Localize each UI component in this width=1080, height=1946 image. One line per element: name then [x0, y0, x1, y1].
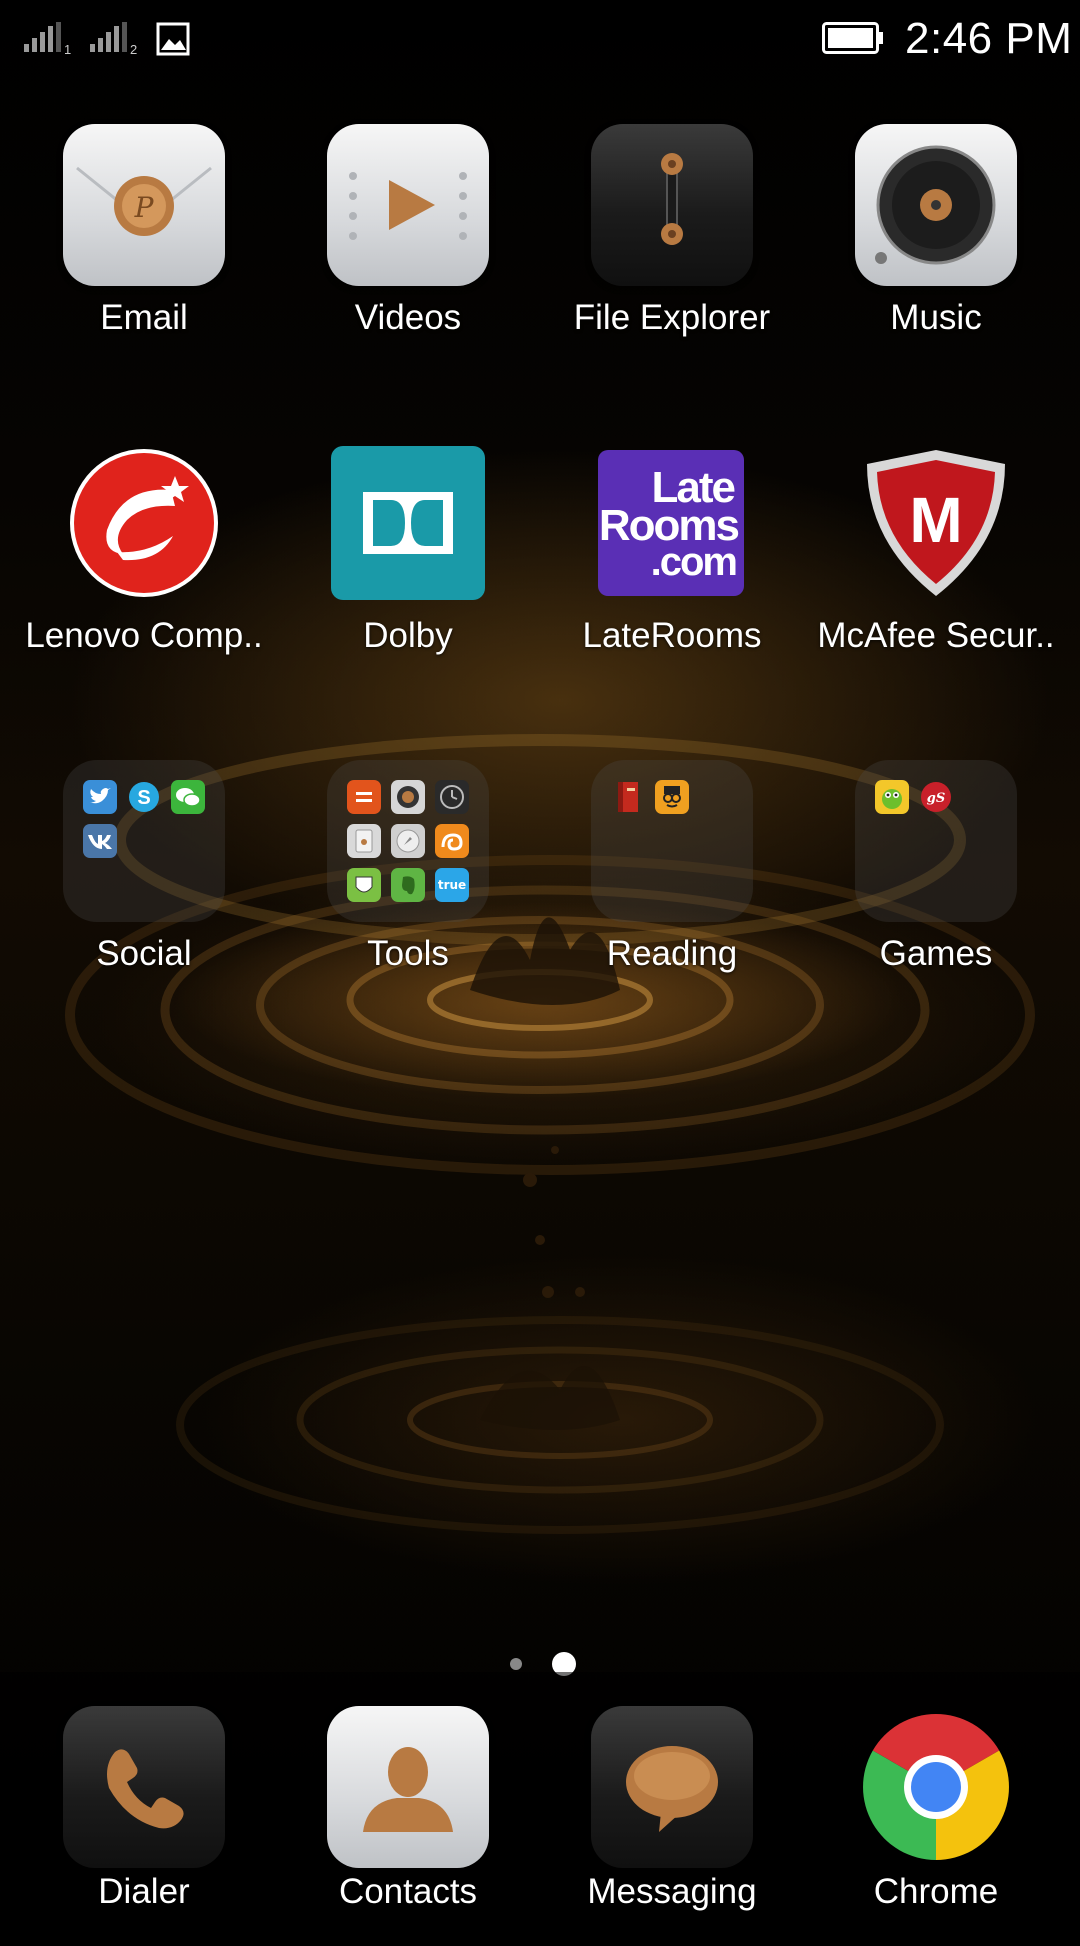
app-label: Music: [890, 298, 982, 337]
dock: Dialer Contacts Messaging Chrome: [0, 1672, 1080, 1920]
email-icon: P: [63, 124, 225, 286]
dock-messaging[interactable]: Messaging: [540, 1706, 804, 1946]
file-explorer-icon: [591, 124, 753, 286]
tools-folder-icon: true: [327, 760, 489, 922]
contacts-icon: [327, 1706, 489, 1868]
app-label: Email: [100, 298, 188, 337]
app-label: Lenovo Comp..: [25, 616, 263, 655]
phone-icon: [63, 1706, 225, 1868]
dock-contacts[interactable]: Contacts: [276, 1706, 540, 1946]
dock-label: Messaging: [587, 1872, 757, 1911]
clock-icon: [435, 780, 469, 814]
folder-games[interactable]: gS Games: [804, 760, 1068, 1000]
svg-text:S: S: [137, 787, 150, 809]
app-label: LateRooms: [582, 616, 762, 655]
game-gs-icon: gS: [919, 780, 953, 814]
uc-browser-icon: [435, 824, 469, 858]
vk-icon: [83, 824, 117, 858]
laterooms-icon: Late Rooms .com: [598, 450, 744, 596]
dock-dialer[interactable]: Dialer: [12, 1706, 276, 1946]
folder-label: Tools: [367, 934, 449, 973]
folder-label: Social: [96, 934, 192, 973]
folder-label: Reading: [606, 934, 738, 973]
page-dot-1[interactable]: [510, 1658, 522, 1670]
social-folder-icon: S: [63, 760, 225, 922]
calculator-icon: [347, 780, 381, 814]
screenshot-notification-icon: [156, 22, 190, 56]
wechat-icon: [171, 780, 205, 814]
svg-text:P: P: [134, 191, 155, 224]
app-label: McAfee Secur..: [817, 616, 1055, 655]
dock-label: Chrome: [873, 1872, 999, 1911]
reader-icon: [655, 780, 689, 814]
camera-icon: [391, 780, 425, 814]
mcafee-icon: M: [855, 442, 1017, 604]
app-lenovo-companion[interactable]: Lenovo Comp..: [12, 442, 276, 682]
sim1-index: 1: [64, 42, 72, 57]
sim2-index: 2: [130, 42, 138, 57]
dock-label: Dialer: [98, 1872, 190, 1911]
lenovo-companion-icon: [63, 442, 225, 604]
folder-tools[interactable]: true Tools: [276, 760, 540, 1000]
twitter-icon: [83, 780, 117, 814]
app-label: Videos: [354, 298, 462, 337]
folder-social[interactable]: S Social: [12, 760, 276, 1000]
chrome-icon: [855, 1706, 1017, 1868]
status-clock: 2:46 PM: [905, 14, 1073, 63]
game-gs-text: gS: [927, 791, 945, 806]
music-icon: [855, 124, 1017, 286]
laterooms-logo-com: .com: [650, 540, 738, 584]
app-videos[interactable]: Videos: [276, 124, 540, 364]
route-66-icon: [347, 868, 381, 902]
folder-label: Games: [879, 934, 993, 973]
app-label: File Explorer: [573, 298, 771, 337]
status-bar: 1 2 2:46 PM: [0, 0, 1080, 78]
book-icon: [611, 780, 645, 814]
app-email[interactable]: P Email: [12, 124, 276, 364]
app-dolby[interactable]: Dolby: [276, 442, 540, 682]
app-label: Dolby: [363, 616, 453, 655]
videos-icon: [327, 124, 489, 286]
dock-chrome[interactable]: Chrome: [804, 1706, 1068, 1946]
signal-sim1-icon: [24, 22, 61, 52]
folder-reading[interactable]: Reading: [540, 760, 804, 1000]
signal-sim2-icon: [90, 22, 127, 52]
mcafee-logo-letter: M: [909, 484, 962, 556]
reading-folder-icon: [591, 760, 753, 922]
skype-icon: S: [127, 780, 161, 814]
app-music[interactable]: Music: [804, 124, 1068, 364]
cut-the-rope-icon: [875, 780, 909, 814]
app-laterooms[interactable]: Late Rooms .com LateRooms: [540, 442, 804, 682]
compass-icon: [391, 824, 425, 858]
notes-icon: [347, 824, 381, 858]
app-file-explorer[interactable]: File Explorer: [540, 124, 804, 364]
app-mcafee[interactable]: M McAfee Secur..: [804, 442, 1068, 682]
games-folder-icon: gS: [855, 760, 1017, 922]
messaging-icon: [591, 1706, 753, 1868]
dolby-icon: [331, 446, 485, 600]
dock-label: Contacts: [338, 1872, 478, 1911]
evernote-icon: [391, 868, 425, 902]
battery-icon: [822, 22, 883, 54]
truecaller-icon: true: [435, 868, 469, 902]
